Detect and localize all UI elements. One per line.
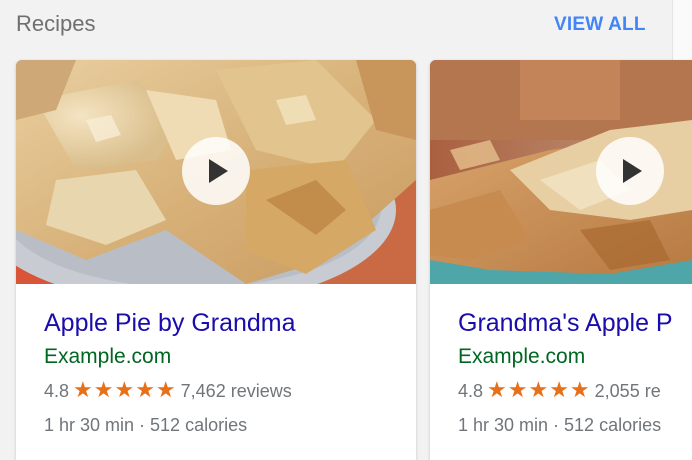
recipe-info: Grandma's Apple P Example.com 4.8 ★★★★★ 2,… — [430, 284, 692, 437]
recipe-source: Example.com — [44, 345, 172, 368]
review-count: 2,055 re — [594, 381, 661, 401]
recipes-carousel: Recipes VIEW ALL Apple Pie by Grandma Ex… — [0, 0, 692, 460]
rating-row: 4.8 ★★★★★ 7,462 reviews — [44, 378, 416, 403]
review-count: 7,462 reviews — [180, 381, 292, 401]
recipe-meta: 1 hr 30 min · 512 calories — [458, 415, 662, 435]
star-icon: ★★★★★ — [487, 377, 591, 402]
recipe-card[interactable]: Apple Pie by Grandma Example.com 4.8 ★★★★… — [16, 60, 416, 460]
play-button[interactable] — [182, 137, 250, 205]
section-title: Recipes — [16, 11, 96, 36]
play-button[interactable] — [596, 137, 664, 205]
recipe-video-thumbnail[interactable] — [16, 60, 416, 284]
view-all-link[interactable]: VIEW ALL — [554, 13, 646, 37]
rating-row: 4.8 ★★★★★ 2,055 re — [458, 378, 692, 403]
recipe-video-thumbnail[interactable] — [430, 60, 692, 284]
recipe-title-link[interactable]: Grandma's Apple P — [458, 308, 692, 338]
recipe-source: Example.com — [458, 345, 586, 368]
rating-value: 4.8 — [44, 381, 70, 401]
recipe-info: Apple Pie by Grandma Example.com 4.8 ★★★★… — [16, 284, 416, 437]
play-icon — [623, 159, 642, 183]
recipe-title-link[interactable]: Apple Pie by Grandma — [44, 308, 416, 338]
recipe-meta: 1 hr 30 min · 512 calories — [44, 415, 248, 435]
play-icon — [209, 159, 228, 183]
rating-value: 4.8 — [458, 381, 484, 401]
star-icon: ★★★★★ — [73, 377, 177, 402]
recipe-card[interactable]: Grandma's Apple P Example.com 4.8 ★★★★★ 2,… — [430, 60, 692, 460]
